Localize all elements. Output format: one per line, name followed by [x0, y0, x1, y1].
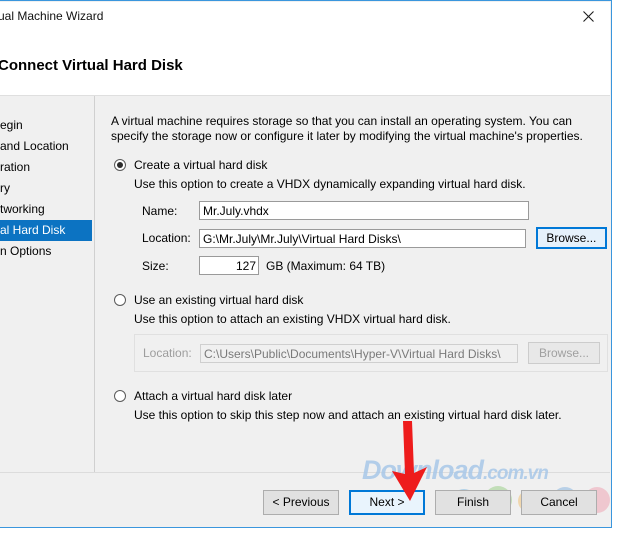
size-input[interactable]: 127 [199, 256, 259, 275]
wizard-body: egin and Location ration ry tworking al … [0, 96, 610, 473]
radio-label-later: Attach a virtual hard disk later [134, 389, 293, 403]
close-icon[interactable] [566, 2, 610, 31]
size-units-label: GB (Maximum: 64 TB) [266, 258, 386, 273]
size-label: Size: [142, 258, 169, 273]
sidebar-item-virtual-hard-disk[interactable]: al Hard Disk [0, 220, 92, 241]
next-button[interactable]: Next > [349, 490, 425, 515]
description-create: Use this option to create a VHDX dynamic… [134, 177, 526, 191]
intro-text: A virtual machine requires storage so th… [111, 114, 583, 143]
sidebar-item-networking[interactable]: tworking [0, 199, 94, 220]
create-disk-fields: Name: Mr.July.vhdx Location: G:\Mr.July\… [142, 201, 607, 275]
radio-create-virtual-hard-disk[interactable]: Create a virtual hard disk [111, 158, 594, 175]
wizard-steps-sidebar: egin and Location ration ry tworking al … [0, 96, 95, 473]
existing-browse-button: Browse... [528, 342, 600, 364]
wizard-footer: < Previous Next > Finish Cancel [0, 472, 610, 526]
radio-button-icon-later[interactable] [114, 390, 126, 402]
radio-label-create: Create a virtual hard disk [134, 158, 268, 172]
wizard-window: ual Machine Wizard Connect Virtual Hard … [0, 0, 612, 528]
name-input[interactable]: Mr.July.vhdx [199, 201, 529, 220]
sidebar-item-generation[interactable]: ration [0, 157, 94, 178]
location-input[interactable]: G:\Mr.July\Mr.July\Virtual Hard Disks\ [199, 228, 526, 248]
radio-button-icon-existing[interactable] [114, 294, 126, 306]
existing-disk-fields: Location: C:\Users\Public\Documents\Hype… [134, 334, 608, 372]
radio-label-existing: Use an existing virtual hard disk [134, 293, 304, 307]
existing-location-input: C:\Users\Public\Documents\Hyper-V\Virtua… [200, 343, 518, 363]
sidebar-item-installation-options[interactable]: n Options [0, 241, 94, 262]
main-pane: A virtual machine requires storage so th… [96, 96, 610, 473]
description-later: Use this option to skip this step now an… [134, 408, 562, 422]
sidebar-item-name-and-location[interactable]: and Location [0, 136, 94, 157]
sidebar-item-before-you-begin[interactable]: egin [0, 115, 94, 136]
radio-button-icon-create[interactable] [114, 159, 126, 171]
window-title: ual Machine Wizard [0, 9, 104, 23]
location-label: Location: [142, 231, 191, 245]
finish-button[interactable]: Finish [435, 490, 511, 515]
page-header: Connect Virtual Hard Disk [0, 32, 610, 96]
description-existing: Use this option to attach an existing VH… [134, 312, 451, 326]
location-field-row: Location: G:\Mr.July\Mr.July\Virtual Har… [142, 227, 607, 249]
title-bar: ual Machine Wizard [0, 2, 610, 32]
sidebar-item-memory[interactable]: ry [0, 178, 94, 199]
name-label: Name: [142, 203, 178, 218]
size-field-row: Size: 127 GB (Maximum: 64 TB) [142, 256, 607, 275]
footer-buttons: < Previous Next > Finish Cancel [263, 490, 597, 515]
previous-button[interactable]: < Previous [263, 490, 339, 515]
existing-location-label: Location: [143, 346, 192, 360]
radio-use-existing-virtual-hard-disk[interactable]: Use an existing virtual hard disk [111, 293, 594, 310]
cancel-button[interactable]: Cancel [521, 490, 597, 515]
name-field-row: Name: Mr.July.vhdx [142, 201, 607, 220]
page-title: Connect Virtual Hard Disk [0, 57, 183, 74]
radio-attach-later[interactable]: Attach a virtual hard disk later [111, 389, 594, 406]
browse-button[interactable]: Browse... [535, 227, 607, 249]
